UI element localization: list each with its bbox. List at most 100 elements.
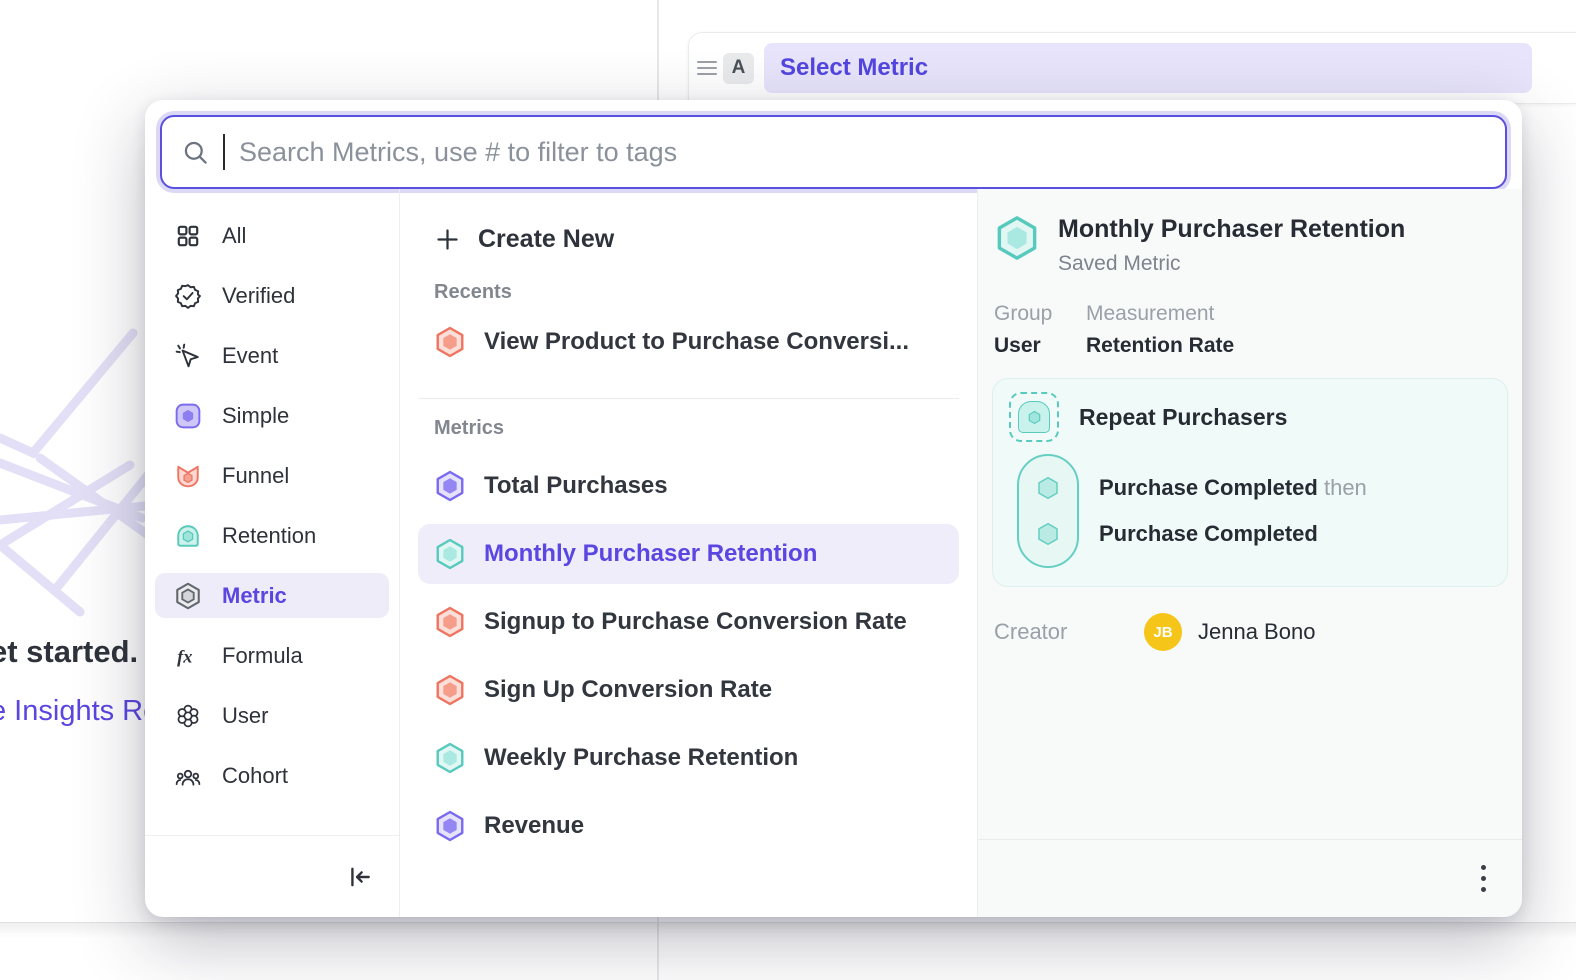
metrics-section-label: Metrics xyxy=(418,417,959,440)
retention-metric-hexagon-icon xyxy=(434,538,466,570)
step-connector: then xyxy=(1324,475,1367,500)
cohort-icon xyxy=(1009,392,1059,442)
sidebar-item-label: Retention xyxy=(222,523,316,549)
sidebar-item-verified[interactable]: Verified xyxy=(155,273,389,318)
search-bar-wrap xyxy=(145,100,1522,189)
sidebar-item-label: Funnel xyxy=(222,463,289,489)
sidebar-item-funnel[interactable]: Funnel xyxy=(155,453,389,498)
metric-item-total-purchases[interactable]: Total Purchases xyxy=(418,456,959,516)
metric-picker-dialog: All Verified xyxy=(145,100,1522,917)
funnel-icon xyxy=(174,462,202,490)
measurement-label: Measurement xyxy=(1086,302,1234,326)
funnel-metric-hexagon-icon xyxy=(434,606,466,638)
query-builder-row: A Select Metric xyxy=(688,32,1576,104)
event-metric-hexagon-icon xyxy=(434,470,466,502)
svg-text:fx: fx xyxy=(177,646,192,666)
sidebar-footer xyxy=(145,835,399,917)
collapse-sidebar-icon[interactable] xyxy=(347,864,373,890)
background-chart-lines-decoration xyxy=(0,300,160,640)
creator-avatar: JB xyxy=(1144,613,1182,651)
more-options-icon[interactable] xyxy=(1475,859,1492,898)
creator-name: Jenna Bono xyxy=(1198,619,1315,645)
metric-list-panel: Create New Recents View Product to Purch… xyxy=(400,189,978,917)
sidebar-item-label: Simple xyxy=(222,403,289,429)
sidebar-item-all[interactable]: All xyxy=(155,213,389,258)
create-new-label: Create New xyxy=(478,225,614,254)
cohort-definition-card: Repeat Purchasers Purchase Completed the… xyxy=(992,378,1508,587)
select-metric-button[interactable]: Select Metric xyxy=(764,43,1532,93)
retention-icon xyxy=(174,522,202,550)
measurement-meta: Measurement Retention Rate xyxy=(1086,302,1234,358)
search-box[interactable] xyxy=(160,115,1507,189)
metric-item-sign-up-conversion[interactable]: Sign Up Conversion Rate xyxy=(418,660,959,720)
cohort-step-1: Purchase Completed then xyxy=(1099,475,1367,501)
sidebar-item-label: All xyxy=(222,223,246,249)
plus-icon xyxy=(434,226,461,253)
event-cursor-icon xyxy=(174,342,202,370)
sidebar-item-simple[interactable]: Simple xyxy=(155,393,389,438)
metric-hexagon-icon xyxy=(174,582,202,610)
retention-metric-hexagon-icon xyxy=(434,742,466,774)
app-root: et started. e Insights Re A Select Metri… xyxy=(0,0,1576,980)
metric-block-badge: A xyxy=(723,53,754,84)
background-link-fragment[interactable]: e Insights Re xyxy=(0,695,159,728)
background-shadow-band xyxy=(0,923,1576,939)
metric-item-label: Signup to Purchase Conversion Rate xyxy=(484,608,907,636)
metric-item-weekly-purchase-retention[interactable]: Weekly Purchase Retention xyxy=(418,728,959,788)
verified-badge-icon xyxy=(174,282,202,310)
funnel-steps-pill-icon xyxy=(1017,454,1079,568)
funnel-metric-hexagon-icon xyxy=(434,674,466,706)
sidebar-item-event[interactable]: Event xyxy=(155,333,389,378)
select-metric-label: Select Metric xyxy=(780,54,928,82)
simple-metric-icon xyxy=(174,402,202,430)
sidebar-item-user[interactable]: User xyxy=(155,693,389,738)
metric-item-label: Weekly Purchase Retention xyxy=(484,744,798,772)
sidebar-item-label: Cohort xyxy=(222,763,288,789)
group-label: Group xyxy=(994,302,1062,326)
group-value: User xyxy=(994,334,1062,358)
background-headline-fragment: et started. xyxy=(0,634,138,670)
cohort-people-icon xyxy=(174,762,202,790)
creator-row: Creator JB Jenna Bono xyxy=(978,613,1522,651)
metric-item-label: Sign Up Conversion Rate xyxy=(484,676,772,704)
metric-item-label: Monthly Purchaser Retention xyxy=(484,540,817,568)
sidebar-item-retention[interactable]: Retention xyxy=(155,513,389,558)
sidebar-item-metric[interactable]: Metric xyxy=(155,573,389,618)
creator-label: Creator xyxy=(994,619,1144,645)
sidebar-item-label: Event xyxy=(222,343,278,369)
recents-section-label: Recents xyxy=(418,281,959,304)
detail-meta-row: Group User Measurement Retention Rate xyxy=(978,302,1522,358)
grid-icon xyxy=(174,222,202,250)
event-metric-hexagon-icon xyxy=(434,810,466,842)
recent-metric-item[interactable]: View Product to Purchase Conversi... xyxy=(418,312,959,372)
sidebar-item-label: Metric xyxy=(222,583,287,609)
cohort-step-2: Purchase Completed xyxy=(1099,521,1367,547)
metric-item-label: Total Purchases xyxy=(484,472,668,500)
formula-fx-icon: fx xyxy=(174,642,202,670)
drag-handle-icon[interactable] xyxy=(697,61,717,75)
search-input[interactable] xyxy=(239,137,1485,168)
metric-item-signup-to-purchase[interactable]: Signup to Purchase Conversion Rate xyxy=(418,592,959,652)
detail-footer xyxy=(978,839,1522,917)
recent-metric-label: View Product to Purchase Conversi... xyxy=(484,328,909,356)
group-meta: Group User xyxy=(994,302,1062,358)
metric-item-revenue[interactable]: Revenue xyxy=(418,796,959,856)
detail-title: Monthly Purchaser Retention xyxy=(1058,215,1405,244)
sidebar-item-label: Verified xyxy=(222,283,295,309)
detail-header: Monthly Purchaser Retention Saved Metric xyxy=(978,215,1522,276)
search-icon xyxy=(182,139,209,166)
metric-detail-panel: Monthly Purchaser Retention Saved Metric… xyxy=(978,189,1522,917)
create-new-button[interactable]: Create New xyxy=(418,215,959,263)
funnel-metric-hexagon-icon xyxy=(434,326,466,358)
sidebar-item-label: Formula xyxy=(222,643,303,669)
metric-item-label: Revenue xyxy=(484,812,584,840)
metric-item-monthly-purchaser-retention[interactable]: Monthly Purchaser Retention xyxy=(418,524,959,584)
sidebar-item-formula[interactable]: fx Formula xyxy=(155,633,389,678)
saved-metric-hexagon-icon xyxy=(994,215,1040,276)
list-divider xyxy=(418,398,959,399)
sidebar-item-cohort[interactable]: Cohort xyxy=(155,753,389,798)
text-caret xyxy=(223,134,225,170)
detail-type-label: Saved Metric xyxy=(1058,252,1405,276)
cohort-title: Repeat Purchasers xyxy=(1079,404,1287,431)
sidebar-item-label: User xyxy=(222,703,268,729)
